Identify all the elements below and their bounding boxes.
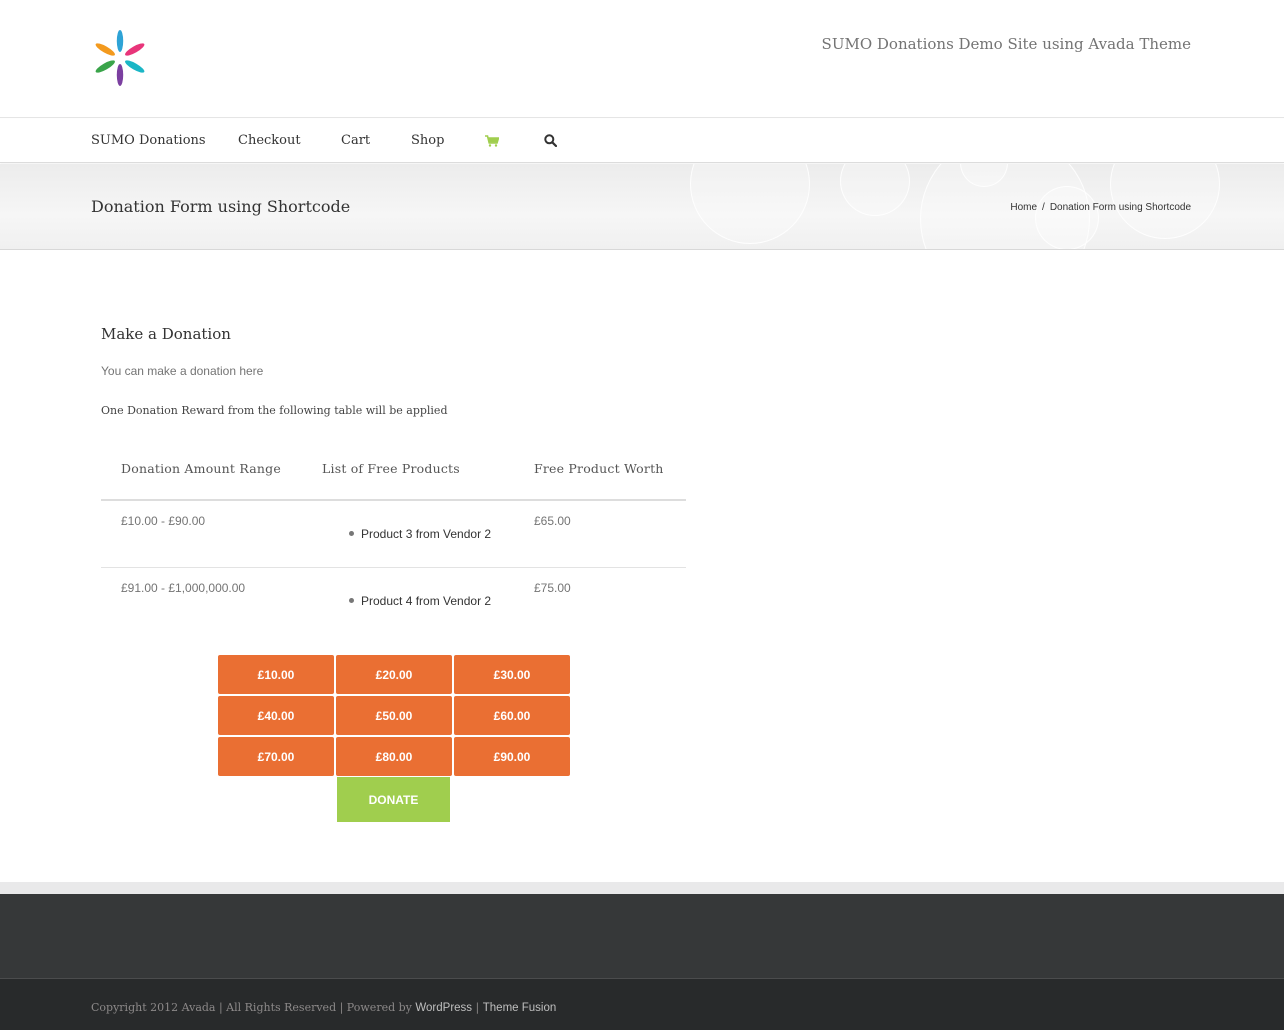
- footer-separator: [0, 882, 1284, 894]
- main-navigation: SUMO Donations Checkout Cart Shop: [0, 119, 1284, 163]
- cart-icon[interactable]: [485, 134, 500, 152]
- table-cell-range: £10.00 - £90.00: [121, 514, 206, 528]
- search-icon[interactable]: [544, 134, 558, 152]
- amount-button-30[interactable]: £30.00: [454, 655, 570, 694]
- decorative-bubble: [1035, 186, 1099, 249]
- table-cell-product: Product 3 from Vendor 2: [349, 527, 491, 541]
- amount-button-50[interactable]: £50.00: [336, 696, 452, 735]
- amount-button-20[interactable]: £20.00: [336, 655, 452, 694]
- site-tagline: SUMO Donations Demo Site using Avada The…: [821, 35, 1191, 53]
- amount-button-70[interactable]: £70.00: [218, 737, 334, 776]
- table-cell-worth: £75.00: [534, 581, 571, 595]
- decorative-bubble: [840, 164, 910, 216]
- nav-item-checkout[interactable]: Checkout: [238, 133, 301, 148]
- amount-button-60[interactable]: £60.00: [454, 696, 570, 735]
- flower-logo-icon[interactable]: [94, 28, 148, 88]
- table-cell-range: £91.00 - £1,000,000.00: [121, 581, 246, 595]
- decorative-bubble: [690, 164, 810, 244]
- footer-copyright-bar: Copyright 2012 Avada | All Rights Reserv…: [0, 978, 1284, 1030]
- nav-item-cart[interactable]: Cart: [341, 133, 370, 148]
- table-header-free-products: List of Free Products: [322, 461, 460, 476]
- nav-item-shop[interactable]: Shop: [411, 133, 444, 148]
- site-header: SUMO Donations Demo Site using Avada The…: [0, 0, 1284, 118]
- donation-intro-text: You can make a donation here: [101, 364, 264, 378]
- donate-button[interactable]: DONATE: [337, 777, 450, 822]
- breadcrumb: Home / Donation Form using Shortcode: [1010, 202, 1191, 213]
- copyright-text: Copyright 2012 Avada | All Rights Reserv…: [91, 1001, 556, 1014]
- table-row-divider: [101, 567, 686, 568]
- copyright-separator: |: [472, 1001, 483, 1014]
- wordpress-link[interactable]: WordPress: [415, 1002, 472, 1014]
- nav-item-sumo-donations[interactable]: SUMO Donations: [91, 133, 206, 148]
- breadcrumb-home-link[interactable]: Home: [1010, 202, 1037, 213]
- donation-reward-note: One Donation Reward from the following t…: [101, 404, 448, 417]
- table-header-amount-range: Donation Amount Range: [121, 461, 281, 476]
- amount-button-10[interactable]: £10.00: [218, 655, 334, 694]
- table-cell-worth: £65.00: [534, 514, 571, 528]
- footer-widgets-area: [0, 894, 1284, 978]
- page-title-bar: Donation Form using Shortcode Home / Donat…: [0, 164, 1284, 250]
- amount-button-90[interactable]: £90.00: [454, 737, 570, 776]
- copyright-prefix: Copyright 2012 Avada | All Rights Reserv…: [91, 1001, 416, 1014]
- table-header-divider: [101, 499, 686, 501]
- page-title: Donation Form using Shortcode: [91, 197, 351, 216]
- breadcrumb-current: Donation Form using Shortcode: [1049, 202, 1191, 213]
- table-cell-product: Product 4 from Vendor 2: [349, 594, 491, 608]
- donation-heading: Make a Donation: [101, 325, 231, 343]
- amount-button-40[interactable]: £40.00: [218, 696, 334, 735]
- theme-fusion-link[interactable]: Theme Fusion: [483, 1002, 557, 1014]
- amount-button-80[interactable]: £80.00: [336, 737, 452, 776]
- table-header-product-worth: Free Product Worth: [534, 461, 664, 476]
- breadcrumb-separator: /: [1042, 202, 1045, 213]
